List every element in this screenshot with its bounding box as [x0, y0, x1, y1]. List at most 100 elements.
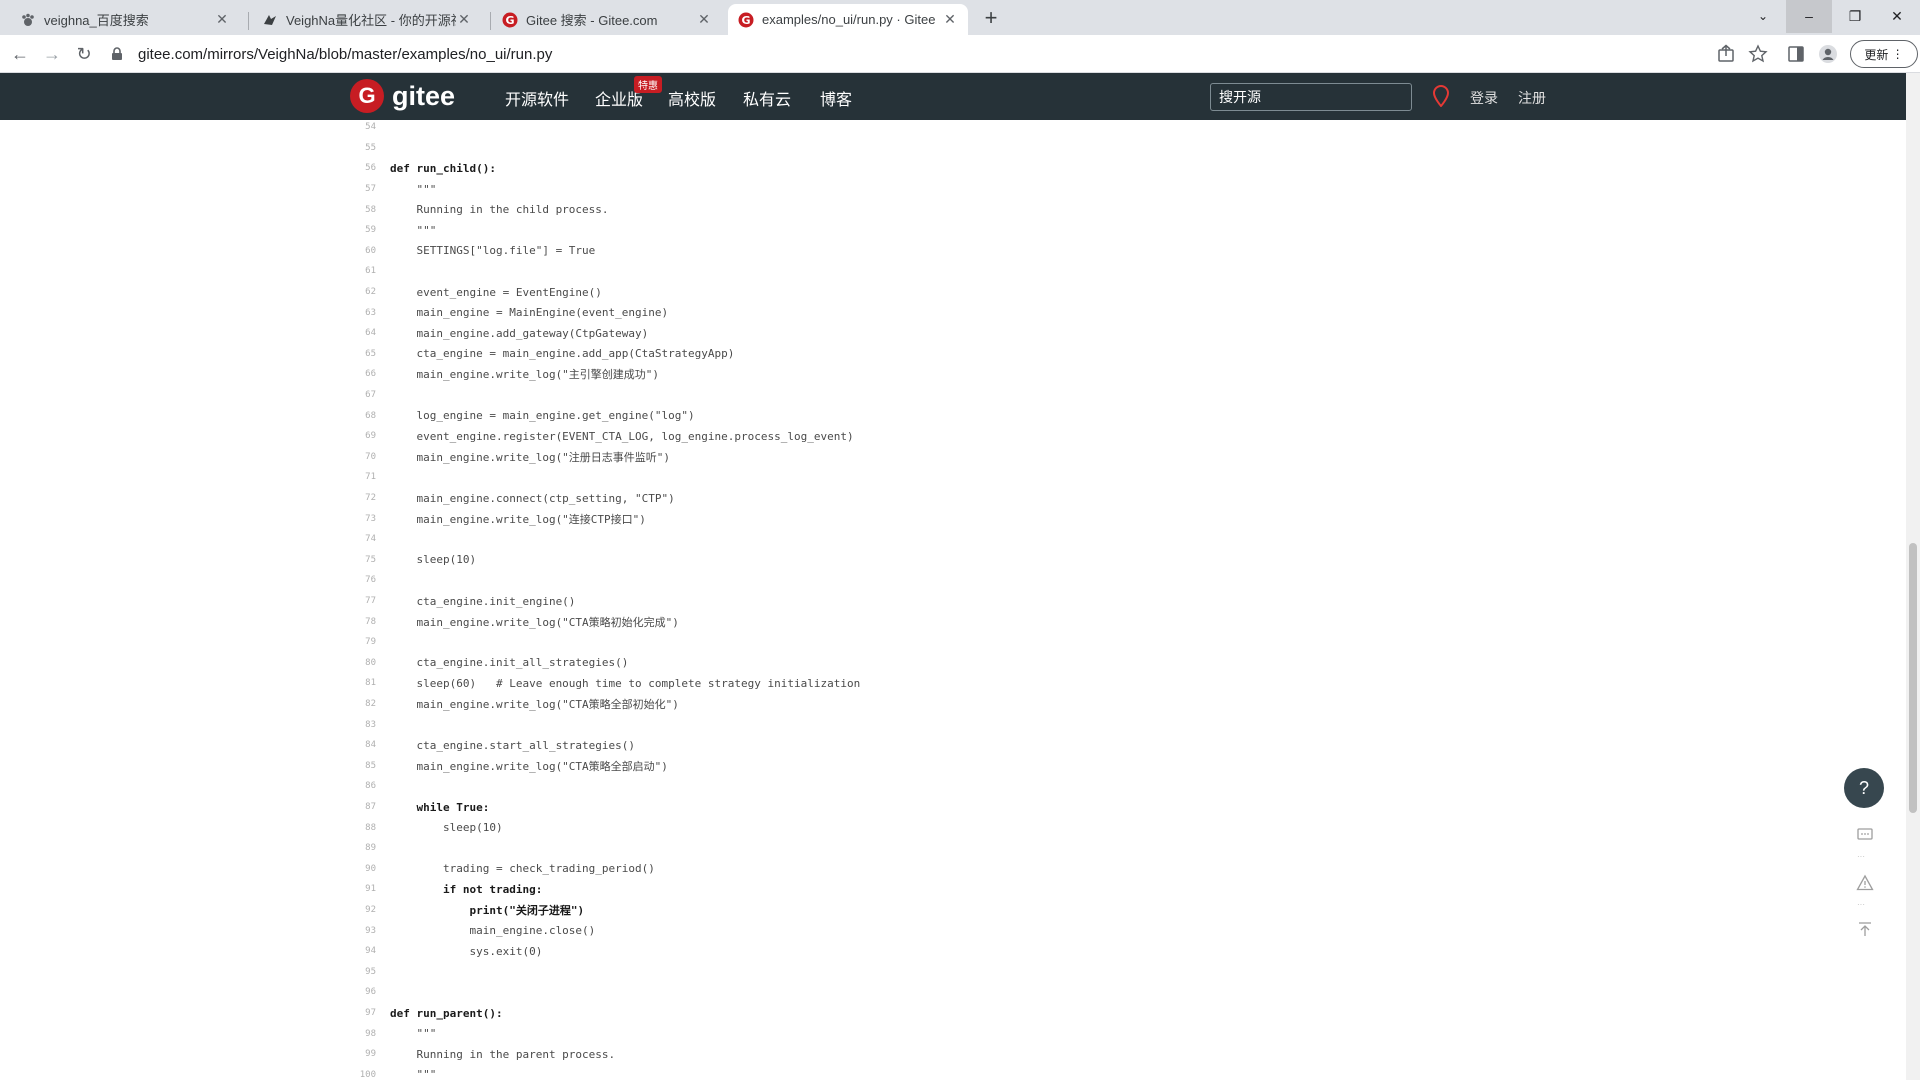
line-number[interactable]: 78 [0, 617, 390, 627]
scrollbar-thumb[interactable] [1909, 543, 1917, 813]
close-icon[interactable]: ✕ [214, 11, 230, 28]
address-bar[interactable]: gitee.com/mirrors/VeighNa/blob/master/ex… [110, 39, 1790, 69]
restore-button[interactable]: ❐ [1832, 0, 1878, 33]
code-text: cta_engine.start_all_strategies() [390, 738, 636, 752]
line-number[interactable]: 72 [0, 493, 390, 503]
register-link[interactable]: 注册 [1518, 88, 1546, 108]
tab-divider [490, 12, 491, 30]
code-line: 61 [0, 261, 390, 282]
line-number[interactable]: 59 [0, 225, 390, 235]
side-panel-icon[interactable] [1786, 44, 1806, 64]
line-number[interactable]: 75 [0, 555, 390, 565]
line-number[interactable]: 99 [0, 1049, 390, 1059]
nav-blog[interactable]: 博客 [820, 86, 852, 110]
line-number[interactable]: 86 [0, 781, 390, 791]
close-icon[interactable]: ✕ [942, 11, 958, 28]
line-number[interactable]: 88 [0, 823, 390, 833]
line-number[interactable]: 85 [0, 761, 390, 771]
code-text: cta_engine = main_engine.add_app(CtaStra… [390, 347, 735, 361]
tab-search-icon[interactable]: ⌄ [1740, 0, 1786, 33]
code-line: 56 def run_child(): [0, 158, 496, 179]
browser-tab[interactable]: G Gitee 搜索 - Gitee.com ✕ [492, 4, 722, 35]
minimize-button[interactable]: – [1786, 0, 1832, 33]
line-number[interactable]: 60 [0, 246, 390, 256]
line-number[interactable]: 62 [0, 287, 390, 297]
line-number[interactable]: 94 [0, 946, 390, 956]
line-number[interactable]: 98 [0, 1029, 390, 1039]
browser-tab-active[interactable]: G examples/no_ui/run.py · Gitee ✕ [728, 4, 968, 35]
line-number[interactable]: 93 [0, 926, 390, 936]
line-number[interactable]: 74 [0, 534, 390, 544]
line-number[interactable]: 80 [0, 658, 390, 668]
line-number[interactable]: 82 [0, 699, 390, 709]
report-warning-icon[interactable] [1856, 874, 1874, 892]
bookmark-star-icon[interactable] [1748, 44, 1768, 64]
window-close-button[interactable]: ✕ [1874, 0, 1920, 33]
nav-education[interactable]: 高校版 [668, 86, 716, 110]
line-number[interactable]: 61 [0, 266, 390, 276]
line-number[interactable]: 73 [0, 514, 390, 524]
line-number[interactable]: 71 [0, 472, 390, 482]
line-number[interactable]: 83 [0, 720, 390, 730]
code-line: 59 """ [0, 220, 436, 241]
comment-icon[interactable] [1856, 826, 1874, 844]
update-button[interactable]: 更新 ⋮ [1850, 40, 1918, 68]
browser-tab[interactable]: VeighNa量化社区 - 你的开源社 ✕ [252, 4, 482, 35]
line-number[interactable]: 84 [0, 740, 390, 750]
back-to-top-icon[interactable] [1856, 920, 1874, 938]
code-text: main_engine.write_log("主引擎创建成功") [390, 368, 660, 382]
line-number[interactable]: 81 [0, 678, 390, 688]
help-button[interactable]: ? [1844, 768, 1884, 808]
share-icon[interactable] [1716, 44, 1736, 64]
line-number[interactable]: 54 [0, 122, 390, 132]
code-line: 79 [0, 632, 390, 653]
line-number[interactable]: 69 [0, 431, 390, 441]
line-number[interactable]: 77 [0, 596, 390, 606]
line-number[interactable]: 55 [0, 143, 390, 153]
code-line: 85 main_engine.write_log("CTA策略全部启动") [0, 756, 668, 777]
login-link[interactable]: 登录 [1470, 88, 1498, 108]
line-number[interactable]: 87 [0, 802, 390, 812]
gitee-logo[interactable]: G gitee [350, 79, 455, 113]
line-number[interactable]: 70 [0, 452, 390, 462]
search-input[interactable] [1210, 83, 1412, 111]
code-viewer: 54 55 56 def run_child(): 57 """ 58 Running i… [0, 120, 1905, 1080]
page-scrollbar[interactable] [1906, 73, 1920, 1080]
line-number[interactable]: 100 [0, 1070, 390, 1080]
line-number[interactable]: 91 [0, 884, 390, 894]
line-number[interactable]: 89 [0, 843, 390, 853]
code-text: if not trading: [390, 882, 543, 896]
line-number[interactable]: 96 [0, 987, 390, 997]
location-pin-icon[interactable] [1432, 85, 1450, 107]
profile-avatar-icon[interactable] [1818, 44, 1838, 64]
new-tab-button[interactable]: + [978, 6, 1004, 32]
close-icon[interactable]: ✕ [696, 11, 712, 28]
code-line: 77 cta_engine.init_engine() [0, 591, 575, 612]
line-number[interactable]: 63 [0, 308, 390, 318]
line-number[interactable]: 90 [0, 864, 390, 874]
reload-button[interactable]: ↻ [72, 42, 96, 66]
line-number[interactable]: 97 [0, 1008, 390, 1018]
line-number[interactable]: 92 [0, 905, 390, 915]
browser-tab[interactable]: veighna_百度搜索 ✕ [10, 4, 240, 35]
line-number[interactable]: 64 [0, 328, 390, 338]
line-number[interactable]: 68 [0, 411, 390, 421]
close-icon[interactable]: ✕ [456, 11, 472, 28]
line-number[interactable]: 76 [0, 575, 390, 585]
line-number[interactable]: 56 [0, 163, 390, 173]
code-line: 87 while True: [0, 797, 489, 818]
forward-button[interactable]: → [40, 42, 64, 66]
nav-private-cloud[interactable]: 私有云 [743, 86, 791, 110]
line-number[interactable]: 79 [0, 637, 390, 647]
line-number[interactable]: 95 [0, 967, 390, 977]
line-number[interactable]: 66 [0, 369, 390, 379]
code-line: 98 """ [0, 1023, 436, 1044]
code-text: print("关闭子进程") [390, 904, 585, 918]
code-text: """ [390, 1068, 437, 1080]
line-number[interactable]: 57 [0, 184, 390, 194]
line-number[interactable]: 65 [0, 349, 390, 359]
back-button[interactable]: ← [8, 42, 32, 66]
nav-open-source[interactable]: 开源软件 [505, 86, 569, 110]
line-number[interactable]: 67 [0, 390, 390, 400]
line-number[interactable]: 58 [0, 205, 390, 215]
